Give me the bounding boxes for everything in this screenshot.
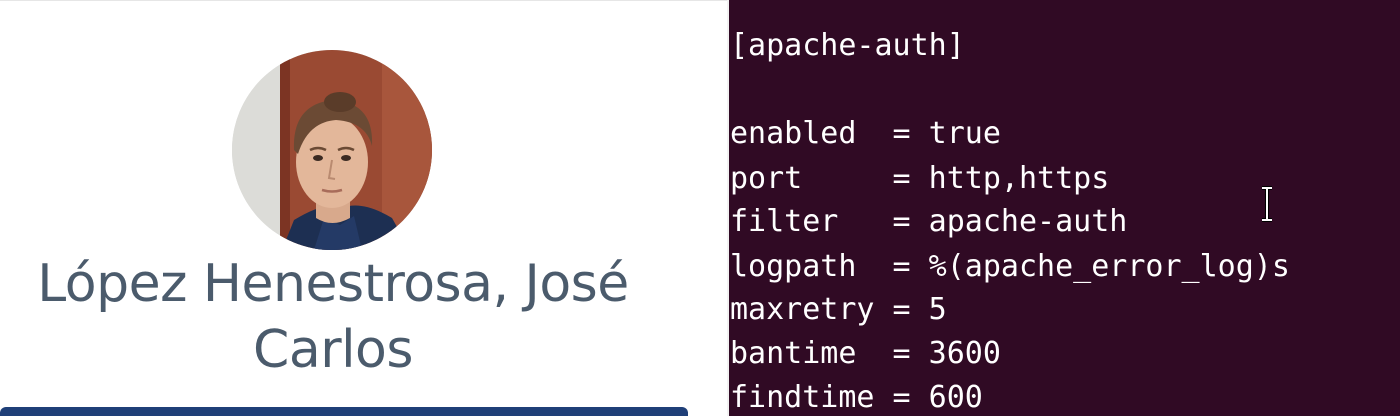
terminal-line-section: [apache-auth]: [730, 28, 965, 63]
terminal-line-bantime: bantime = 3600: [730, 336, 1001, 371]
profile-photo-icon: [232, 50, 432, 250]
profile-action-bar[interactable]: [0, 407, 688, 416]
terminal-window[interactable]: [apache-auth] enabled = true port = http…: [727, 0, 1400, 416]
terminal-line-findtime: findtime = 600: [730, 380, 983, 415]
profile-name-line-1: López Henestrosa, José: [37, 254, 629, 314]
profile-name-line-2: Carlos: [253, 320, 413, 380]
avatar: [232, 50, 432, 250]
terminal-line-enabled: enabled = true: [730, 116, 1001, 151]
profile-panel: López Henestrosa, José Carlos: [0, 0, 727, 416]
profile-name: López Henestrosa, José Carlos: [0, 251, 666, 383]
text-cursor-icon: [1260, 186, 1274, 222]
terminal-line-logpath: logpath = %(apache_error_log)s: [730, 249, 1290, 284]
terminal-line-filter: filter = apache-auth: [730, 204, 1128, 239]
terminal-line-maxretry: maxretry = 5: [730, 292, 947, 327]
screen: López Henestrosa, José Carlos [apache-au…: [0, 0, 1400, 416]
terminal-line-port: port = http,https: [730, 161, 1110, 196]
terminal-border: [727, 0, 729, 416]
